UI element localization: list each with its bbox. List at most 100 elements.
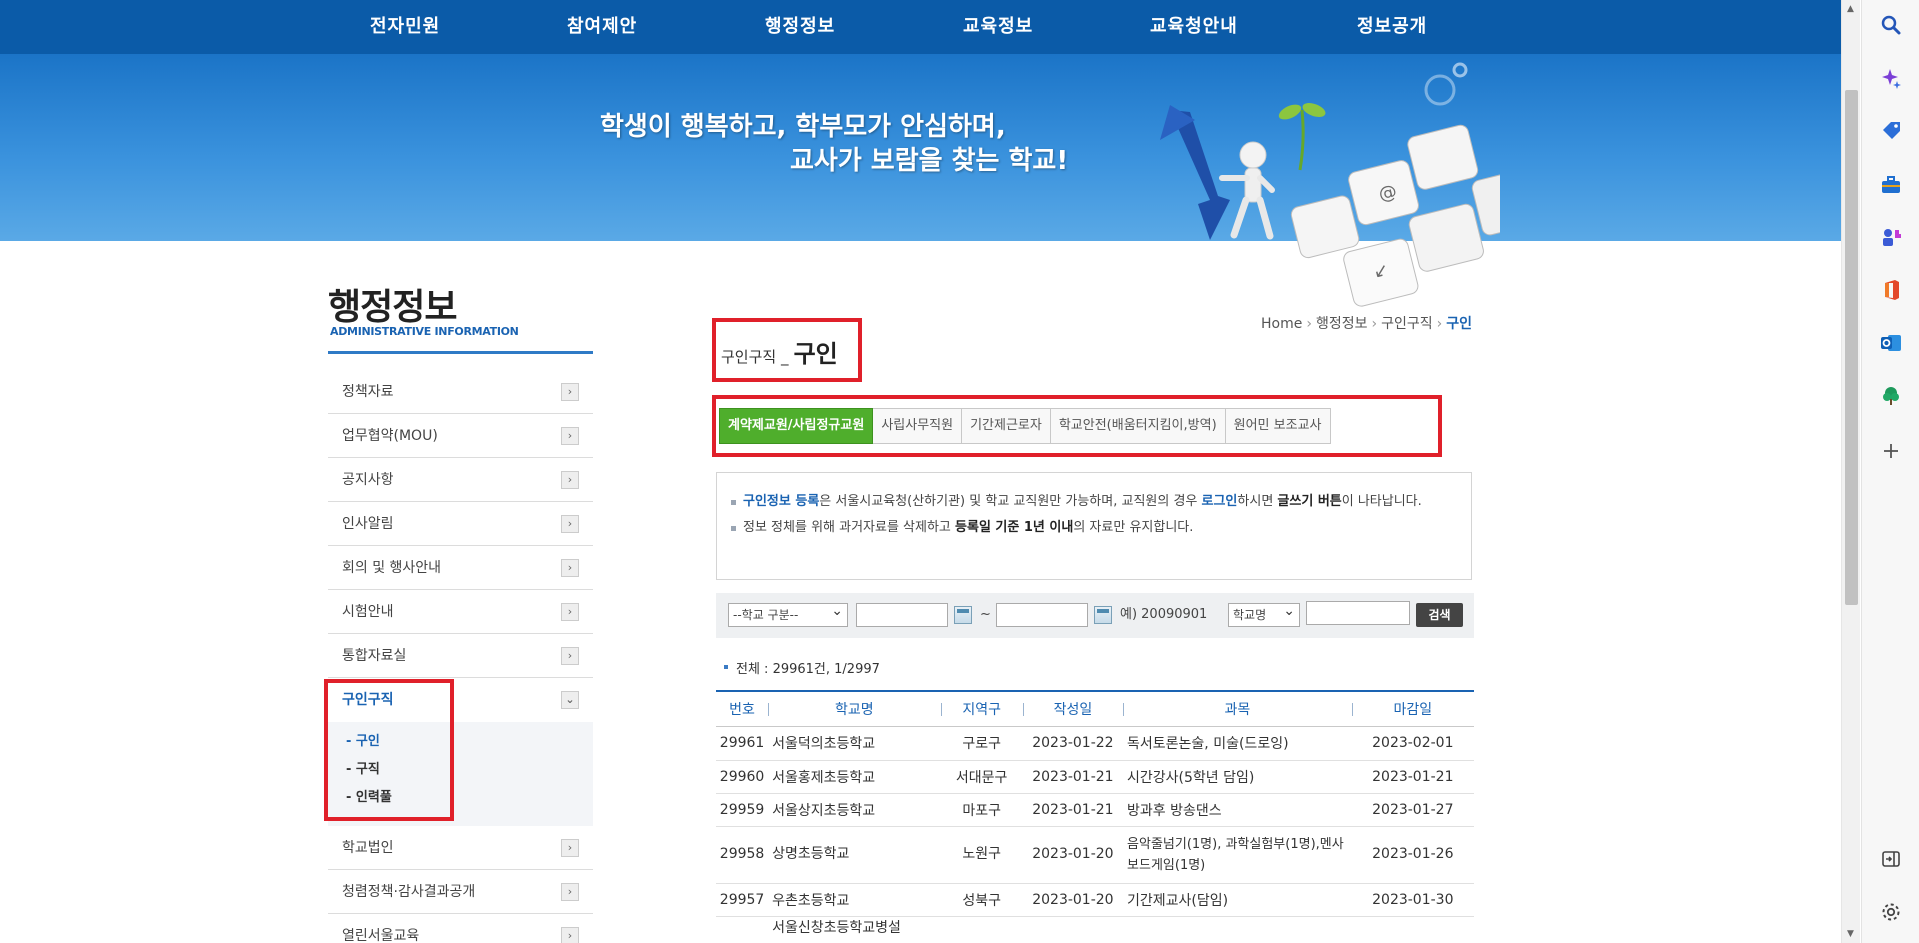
tag-icon[interactable] [1880, 120, 1902, 142]
games-icon[interactable] [1880, 226, 1902, 248]
notice-login-link[interactable]: 로그인 [1202, 494, 1238, 509]
sidebar-item-label: 구인구직 [342, 692, 394, 708]
table-row[interactable]: 29961 서울덕의초등학교 구로구 2023-01-22 독서토론논술, 미술… [716, 726, 1474, 761]
submenu-item-hiring[interactable]: - 구인 [346, 728, 593, 756]
settings-icon[interactable] [1880, 901, 1902, 923]
tab-contract-teachers[interactable]: 계약제교원/사립정규교원 [719, 408, 874, 444]
cell-district: 노원구 [940, 826, 1023, 884]
table-row[interactable]: 29958 상명초등학교 노원구 2023-01-20 음악줄넘기(1명), 과… [716, 826, 1474, 884]
chevron-right-icon: › [561, 427, 579, 445]
cell-subject[interactable] [1123, 916, 1352, 943]
sidebar-item-exams[interactable]: 시험안내 › [328, 590, 593, 634]
scrollbar-thumb[interactable] [1845, 90, 1858, 605]
notice-text: 정보 정체를 위해 과거자료를 삭제하고 [743, 520, 956, 535]
panel-icon[interactable] [1880, 848, 1902, 870]
top-navigation: 전자민원 참여제안 행정정보 교육정보 교육청안내 정보공개 [0, 0, 1841, 54]
sidebar-item-open-edu[interactable]: 열린서울교육 › [328, 914, 593, 943]
search-input[interactable] [1306, 601, 1410, 625]
start-date-input[interactable] [856, 603, 948, 627]
end-date-input[interactable] [996, 603, 1088, 627]
sidebar-item-policy[interactable]: 정책자료 › [328, 370, 593, 414]
breadcrumb-home[interactable]: Home [1261, 316, 1302, 332]
hero-banner: 학생이 행복하고, 학부모가 안심하며, 교사가 보람을 찾는 학교! [0, 54, 1841, 241]
job-listing-table: 번호 학교명 지역구 작성일 과목 마감일 29961 서울덕의초등학교 구로구… [716, 690, 1474, 943]
scroll-up-arrow-icon[interactable]: ▲ [1847, 4, 1854, 14]
sidebar-item-label: 인사알림 [342, 516, 394, 532]
sidebar-item-integrity[interactable]: 청렴정책·감사결과공개 › [328, 870, 593, 914]
nav-item-info-disclosure[interactable]: 정보공개 [1357, 12, 1427, 38]
table-row[interactable]: 29957 우촌초등학교 성북구 2023-01-20 기간제교사(담임) 20… [716, 883, 1474, 917]
nav-item-office-guide[interactable]: 교육청안내 [1150, 12, 1238, 38]
sidebar-item-mou[interactable]: 업무협약(MOU) › [328, 414, 593, 458]
cell-school[interactable]: 상명초등학교 [768, 826, 941, 884]
table-row[interactable]: 서울신창초등학교병설 [716, 916, 1474, 943]
table-row[interactable]: 29960 서울홍제초등학교 서대문구 2023-01-21 시간강사(5학년 … [716, 760, 1474, 794]
page-scrollbar[interactable]: ▲ ▼ [1841, 0, 1860, 943]
table-row[interactable]: 29959 서울상지초등학교 마포구 2023-01-21 방과후 방송댄스 2… [716, 793, 1474, 827]
sidebar-item-label: 공지사항 [342, 472, 394, 488]
scroll-down-arrow-icon[interactable]: ▼ [1847, 929, 1854, 939]
chevron-right-icon: › [561, 471, 579, 489]
tab-school-safety[interactable]: 학교안전(배움터지킴이,방역) [1050, 408, 1226, 444]
outlook-icon[interactable] [1880, 332, 1902, 354]
sidebar-item-personnel[interactable]: 인사알림 › [328, 502, 593, 546]
calendar-icon[interactable] [1094, 606, 1112, 624]
cell-school[interactable]: 서울신창초등학교병설 [768, 916, 941, 943]
tab-private-staff[interactable]: 사립사무직원 [873, 408, 963, 444]
plus-icon[interactable] [1880, 440, 1902, 462]
sidebar-item-school-corp[interactable]: 학교법인 › [328, 826, 593, 870]
search-field-select[interactable]: 학교명 [1228, 600, 1300, 627]
keyboard-illustration: @ ↙ → [1160, 62, 1500, 307]
breadcrumb: Home › 행정정보 › 구인구직 › 구인 [1261, 313, 1472, 333]
cell-number: 29960 [716, 760, 769, 794]
breadcrumb-level2[interactable]: 구인구직 [1381, 316, 1433, 332]
calendar-icon[interactable] [954, 606, 972, 624]
search-bar: --학교 구분-- ~ 예) 20090901 학교명 검색 [716, 593, 1474, 638]
tree-icon[interactable] [1880, 385, 1902, 407]
tab-native-assistant[interactable]: 원어민 보조교사 [1225, 408, 1331, 444]
cell-deadline: 2023-01-26 [1351, 826, 1474, 884]
cell-subject[interactable]: 음악줄넘기(1명), 과학실험부(1명),멘사보드게임(1명) [1123, 826, 1352, 884]
cell-district [940, 916, 1023, 943]
sidebar-item-notice[interactable]: 공지사항 › [328, 458, 593, 502]
search-button[interactable]: 검색 [1416, 603, 1463, 627]
nav-item-civil-service[interactable]: 전자민원 [370, 12, 440, 38]
cell-subject[interactable]: 기간제교사(담임) [1123, 883, 1352, 917]
date-format-example: 예) 20090901 [1120, 607, 1208, 622]
sidebar-item-label: 학교법인 [342, 840, 394, 856]
cell-school[interactable]: 서울덕의초등학교 [768, 726, 941, 761]
copilot-icon[interactable] [1880, 67, 1902, 89]
chevron-right-icon: › [561, 515, 579, 533]
cell-school[interactable]: 우촌초등학교 [768, 883, 941, 917]
office-icon[interactable] [1880, 279, 1902, 301]
submenu-item-talent-pool[interactable]: - 인력풀 [346, 784, 593, 812]
search-icon[interactable] [1880, 14, 1902, 36]
cell-deadline [1351, 916, 1474, 943]
sidebar-item-label: 정책자료 [342, 384, 394, 400]
chevron-right-icon: › [561, 603, 579, 621]
cell-school[interactable]: 서울상지초등학교 [768, 793, 941, 827]
school-type-select[interactable]: --학교 구분-- [728, 600, 848, 627]
cell-subject[interactable]: 방과후 방송댄스 [1123, 793, 1352, 827]
tab-fixed-term-workers[interactable]: 기간제근로자 [962, 408, 1051, 444]
sidebar-item-jobs[interactable]: 구인구직 ⌄ [328, 678, 593, 722]
nav-item-admin-info[interactable]: 행정정보 [765, 12, 835, 38]
chevron-down-icon: ⌄ [561, 691, 579, 709]
cell-written: 2023-01-21 [1022, 793, 1124, 827]
sidebar-item-meetings[interactable]: 회의 및 행사안내 › [328, 546, 593, 590]
cell-school[interactable]: 서울홍제초등학교 [768, 760, 941, 794]
cell-subject[interactable]: 독서토론논술, 미술(드로잉) [1123, 726, 1352, 761]
nav-item-edu-info[interactable]: 교육정보 [963, 12, 1033, 38]
sidebar-title: 행정정보 [328, 287, 457, 328]
submenu-item-job-seeking[interactable]: - 구직 [346, 756, 593, 784]
briefcase-icon[interactable] [1880, 174, 1902, 196]
cell-subject[interactable]: 시간강사(5학년 담임) [1123, 760, 1352, 794]
banner-slogan-line2: 교사가 보람을 찾는 학교! [790, 146, 1069, 176]
total-count-text: 전체 : 29961건, 1/2997 [736, 662, 880, 677]
cell-deadline: 2023-01-30 [1351, 883, 1474, 917]
banner-slogan-line1: 학생이 행복하고, 학부모가 안심하며, [600, 112, 1006, 142]
sidebar-item-archive[interactable]: 통합자료실 › [328, 634, 593, 678]
breadcrumb-level1[interactable]: 행정정보 [1316, 316, 1368, 332]
nav-item-participation[interactable]: 참여제안 [567, 12, 637, 38]
cell-number: 29961 [716, 726, 769, 761]
